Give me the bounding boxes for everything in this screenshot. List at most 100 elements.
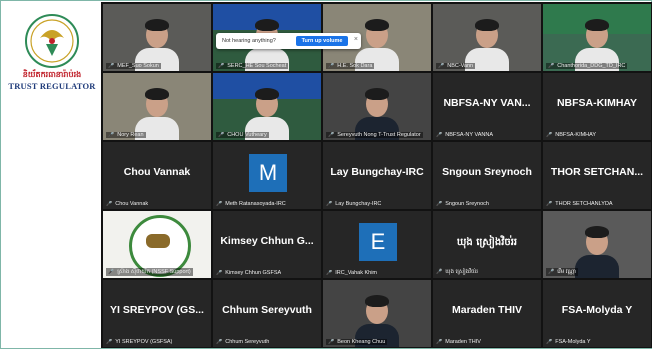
participant-tile[interactable]: 🎤 Beon Kheang Chuu <box>323 280 431 347</box>
mic-muted-icon: 🎤 <box>328 63 335 69</box>
participant-tile[interactable]: 🎤 Sereyvuth Nong T-Trust Regulator <box>323 73 431 140</box>
participant-tile[interactable]: Chou Vannak 🎤 Chou Vannak <box>103 142 211 209</box>
participant-name-label: 🎤 Maraden THIV <box>436 339 481 345</box>
participant-display-name: NBFSA-NY VAN... <box>443 97 531 109</box>
participant-tile[interactable]: THOR SETCHAN... 🎤 THOR SETCHANLYDA <box>543 142 651 209</box>
participant-tile[interactable]: 🎤 NBC-Vann <box>433 4 541 71</box>
participant-label-text: Kimsey Chhun GSFSA <box>225 270 282 276</box>
screenshot-frame: និយ័តករធានារ៉ាប់រង TRUST REGULATOR 🎤 MEF_… <box>0 0 652 349</box>
mic-muted-icon: 🎤 <box>218 132 225 138</box>
participant-tile[interactable]: Sngoun Sreynoch 🎤 Sngoun Sreynoch <box>433 142 541 209</box>
participant-avatar: M <box>249 154 287 192</box>
participant-grid: 🎤 MEF_Suo Sokun 🎤 SERC_HE Sou Socheat 🎤 H.E. … <box>101 2 652 348</box>
banner-message: Not hearing anything? <box>222 38 276 44</box>
participant-label-text: Sngoun Sreynoch <box>445 201 489 207</box>
logo-panel: និយ័តករធានារ៉ាប់រង TRUST REGULATOR <box>2 2 101 348</box>
fsa-buffalo-icon <box>146 234 170 248</box>
participant-name-label: 🎤 NBFSA-KIMHAY <box>546 132 596 138</box>
turn-up-volume-button[interactable]: Turn up volume <box>296 36 348 46</box>
participant-label-text: SERC_HE Sou Socheat <box>227 63 287 69</box>
participant-tile[interactable]: M 🎤 Meth Ratanasoyada-IRC <box>213 142 321 209</box>
participant-name-label: 🎤 Meth Ratanasoyada-IRC <box>216 201 286 207</box>
participant-label-text: NBC-Vann <box>447 63 474 69</box>
participant-label-text: Sereyvuth Nong T-Trust Regulator <box>337 132 421 138</box>
mic-muted-icon: 🎤 <box>216 201 223 207</box>
trust-regulator-emblem-icon <box>25 14 79 68</box>
mic-muted-icon: 🎤 <box>328 132 335 138</box>
participant-label-text: Chou Vannak <box>115 201 149 207</box>
participant-display-name: THOR SETCHAN... <box>550 166 644 178</box>
participant-label-text: Nory Rean <box>117 132 144 138</box>
participant-name-label: 🎤 H.E. Sok Dara <box>326 63 375 69</box>
mic-muted-icon: 🎤 <box>106 201 113 207</box>
participant-display-name: ឃុង ស្រៀងវិចរ់រ <box>456 237 518 248</box>
mic-muted-icon: 🎤 <box>548 269 555 275</box>
participant-tile[interactable]: NBFSA-NY VAN... 🎤 NBFSA-NY VANNA <box>433 73 541 140</box>
participant-label-text: MEF_Suo Sokun <box>117 63 159 69</box>
participant-display-name: Chou Vannak <box>123 166 191 178</box>
participant-label-text: FSA-Molyda Y <box>555 339 591 345</box>
participant-label-text: Beon Kheang Chuu <box>337 339 386 345</box>
participant-name-label: 🎤 IRC_Vahak Khim <box>326 270 377 276</box>
participant-label-text: ស្រ៊ាង ស៊ីថាយ័ក (NSSF Support) <box>117 269 191 275</box>
participant-tile[interactable]: 🎤 ស្រ៊ាង ស៊ីថាយ័ក (NSSF Support) <box>103 211 211 278</box>
participant-display-name: Lay Bungchay-IRC <box>330 166 424 178</box>
participant-tile[interactable]: NBFSA-KIMHAY 🎤 NBFSA-KIMHAY <box>543 73 651 140</box>
participant-video-person <box>433 4 541 71</box>
participant-tile[interactable]: Maraden THIV 🎤 Maraden THIV <box>433 280 541 347</box>
participant-tile[interactable]: Chhum Sereyvuth 🎤 Chhum Sereyvuth <box>213 280 321 347</box>
participant-tile[interactable]: 🎤 Nory Rean <box>103 73 211 140</box>
participant-display-name: Kimsey Chhun G... <box>220 235 314 247</box>
participant-label-text: THOR SETCHANLYDA <box>555 201 613 207</box>
participant-name-label: 🎤 វើម វណ្ណា <box>546 268 578 276</box>
participant-tile[interactable]: ឃុង ស្រៀងវិចរ់រ 🎤 ឃុង ស្រៀងវិចរ់រ <box>433 211 541 278</box>
participant-name-label: 🎤 Kimsey Chhun GSFSA <box>216 270 281 276</box>
participant-display-name: YI SREYPOV (GS... <box>110 304 204 316</box>
participant-tile[interactable]: FSA-Molyda Y 🎤 FSA-Molyda Y <box>543 280 651 347</box>
participant-name-label: 🎤 FSA-Molyda Y <box>546 339 591 345</box>
logo-title-english: TRUST REGULATOR <box>8 81 96 91</box>
participant-label-text: NBFSA-KIMHAY <box>555 132 597 138</box>
participant-name-label: 🎤 CHOU Vutheary <box>216 132 269 138</box>
mic-muted-icon: 🎤 <box>326 270 333 276</box>
participant-label-text: NBFSA-NY VANNA <box>445 132 494 138</box>
participant-name-label: 🎤 ស្រ៊ាង ស៊ីថាយ័ក (NSSF Support) <box>106 268 193 276</box>
participant-video-person <box>213 73 321 140</box>
participant-avatar: E <box>359 223 397 261</box>
participant-display-name: NBFSA-KIMHAY <box>556 97 638 109</box>
participant-tile[interactable]: 🎤 វើម វណ្ណា <box>543 211 651 278</box>
participant-name-label: 🎤 Chanthorida_DDG_TD_IRC <box>546 63 628 69</box>
participant-tile[interactable]: Lay Bungchay-IRC 🎤 Lay Bungchay-IRC <box>323 142 431 209</box>
mic-muted-icon: 🎤 <box>436 132 443 138</box>
participant-label-text: Maraden THIV <box>445 339 481 345</box>
mic-muted-icon: 🎤 <box>108 132 115 138</box>
participant-label-text: CHOU Vutheary <box>227 132 267 138</box>
mic-muted-icon: 🎤 <box>328 339 335 345</box>
participant-tile[interactable]: E 🎤 IRC_Vahak Khim <box>323 211 431 278</box>
participant-name-label: 🎤 Chhum Sereyvuth <box>216 339 269 345</box>
mic-muted-icon: 🎤 <box>546 201 553 207</box>
participant-video-person <box>103 4 211 71</box>
participant-tile[interactable]: 🎤 Chanthorida_DDG_TD_IRC <box>543 4 651 71</box>
mic-muted-icon: 🎤 <box>546 339 553 345</box>
participant-label-text: IRC_Vahak Khim <box>335 270 378 276</box>
close-icon[interactable]: × <box>354 36 358 43</box>
participant-label-text: ឃុង ស្រៀងវិចរ់រ <box>445 269 478 275</box>
participant-name-label: 🎤 THOR SETCHANLYDA <box>546 201 613 207</box>
participant-tile[interactable]: 🎤 MEF_Suo Sokun <box>103 4 211 71</box>
participant-video-person <box>103 73 211 140</box>
mic-muted-icon: 🎤 <box>216 339 223 345</box>
participant-label-text: វើម វណ្ណា <box>557 269 576 275</box>
participant-display-name: Maraden THIV <box>451 304 522 316</box>
mic-muted-icon: 🎤 <box>106 339 113 345</box>
mic-muted-icon: 🎤 <box>218 63 225 69</box>
mic-muted-icon: 🎤 <box>436 339 443 345</box>
participant-label-text: Lay Bungchay-IRC <box>335 201 382 207</box>
participant-name-label: 🎤 MEF_Suo Sokun <box>106 63 161 69</box>
participant-display-name: Chhum Sereyvuth <box>222 304 312 316</box>
participant-tile[interactable]: YI SREYPOV (GS... 🎤 YI SREYPOV (GSFSA) <box>103 280 211 347</box>
participant-tile[interactable]: 🎤 CHOU Vutheary <box>213 73 321 140</box>
participant-tile[interactable]: Kimsey Chhun G... 🎤 Kimsey Chhun GSFSA <box>213 211 321 278</box>
participant-display-name: FSA-Molyda Y <box>561 304 633 316</box>
participant-video-person <box>323 73 431 140</box>
